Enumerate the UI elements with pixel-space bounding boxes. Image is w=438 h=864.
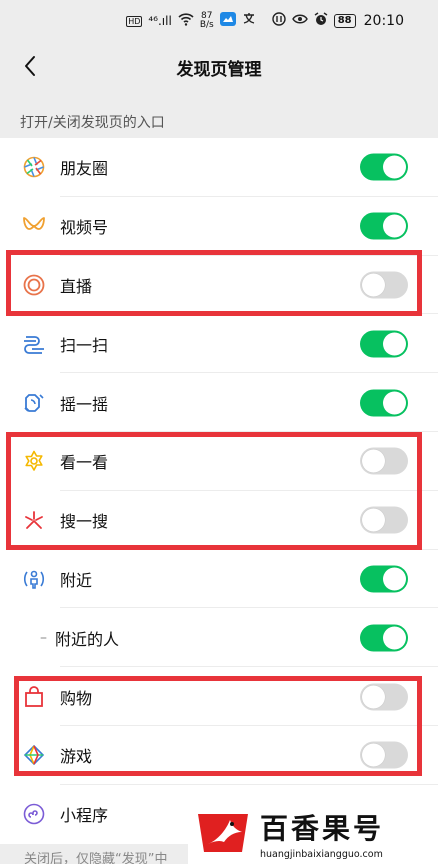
shopping-icon — [22, 685, 46, 709]
item-label: 附近的人 — [55, 629, 120, 649]
toggle-shopping[interactable] — [360, 683, 408, 711]
toggle-knob — [383, 626, 406, 650]
list-item-top-stories: 看一看 — [0, 432, 438, 491]
signal-icon: ⁴⁶.ıll — [148, 14, 172, 28]
toggle-search[interactable] — [360, 506, 408, 534]
toggle-knob — [383, 567, 406, 591]
list-item-live: 直播 — [0, 256, 438, 315]
list-item-moments: 朋友圈 — [0, 138, 438, 197]
list-item-channels: 视频号 — [0, 197, 438, 256]
net-speed-unit: B/s — [199, 20, 214, 30]
top-stories-icon — [22, 449, 46, 473]
item-label: 视频号 — [60, 218, 109, 238]
entry-list: 朋友圈 视频号 直播 扫一扫 摇一摇 看一看 搜一搜 附近 – 附近的人 购物 … — [0, 138, 438, 844]
item-label: 购物 — [60, 688, 93, 708]
list-item-shake: 摇一摇 — [0, 373, 438, 432]
toggle-knob — [362, 273, 385, 297]
vibrate-icon — [272, 12, 286, 30]
footer-note: 关闭后，仅隐藏“发现”中 — [24, 852, 168, 864]
watermark-url: huangjinbaixiangguo.com — [260, 848, 383, 860]
list-item-games: 游戏 — [0, 726, 438, 785]
back-button[interactable] — [16, 52, 44, 80]
sub-item-dash: – — [40, 629, 47, 646]
shake-icon — [22, 391, 46, 415]
toggle-live[interactable] — [360, 271, 408, 299]
status-time: 20:10 — [363, 13, 404, 29]
item-label: 附近 — [60, 570, 93, 590]
channels-icon — [22, 214, 46, 238]
item-label: 小程序 — [60, 806, 109, 826]
nav-bar: 发现页管理 — [0, 42, 438, 92]
search-icon — [22, 508, 46, 532]
scan-icon — [22, 332, 46, 356]
toggle-knob — [362, 508, 385, 532]
alarm-icon — [314, 12, 328, 30]
translate-icon — [242, 12, 256, 30]
eye-icon — [291, 13, 308, 29]
battery-indicator: 88 — [333, 14, 356, 28]
watermark-text-block: 百香果号 huangjinbaixiangguo.com — [260, 807, 384, 860]
hd-badge: HD — [126, 15, 143, 27]
item-label: 搜一搜 — [60, 512, 109, 532]
moments-icon — [22, 155, 46, 179]
item-label: 看一看 — [60, 453, 109, 473]
toggle-shake[interactable] — [360, 389, 408, 417]
list-item-shopping: 购物 — [0, 667, 438, 726]
wifi-icon — [178, 13, 194, 29]
toggle-knob — [362, 743, 385, 767]
toggle-knob — [383, 332, 406, 356]
games-icon — [22, 743, 46, 767]
app-notification-icon — [219, 12, 236, 30]
toggle-channels[interactable] — [360, 212, 408, 240]
watermark-logo — [194, 808, 252, 858]
status-bar: HD ⁴⁶.ıll 87 B/s 88 20:10 — [0, 0, 438, 42]
list-item-search: 搜一搜 — [0, 491, 438, 550]
toggle-knob — [383, 155, 406, 179]
list-item-nearby: 附近 — [0, 550, 438, 609]
toggle-knob — [383, 391, 406, 415]
list-item-people-nearby: – 附近的人 — [0, 608, 438, 668]
live-icon — [22, 273, 46, 297]
page-title: 发现页管理 — [176, 59, 262, 80]
item-label: 游戏 — [60, 747, 93, 767]
item-label: 扫一扫 — [60, 335, 109, 355]
toggle-games[interactable] — [360, 741, 408, 769]
chevron-left-icon — [25, 56, 35, 76]
item-label: 直播 — [60, 276, 93, 296]
toggle-knob — [383, 214, 406, 238]
section-label: 打开/关闭发现页的入口 — [20, 115, 165, 131]
toggle-moments[interactable] — [360, 153, 408, 181]
toggle-knob — [362, 685, 385, 709]
watermark: 百香果号 huangjinbaixiangguo.com — [188, 802, 438, 864]
mini-programs-icon — [22, 802, 46, 826]
item-label: 摇一摇 — [60, 394, 109, 414]
toggle-people-nearby[interactable] — [360, 624, 408, 652]
toggle-top-stories[interactable] — [360, 447, 408, 475]
list-item-scan: 扫一扫 — [0, 314, 438, 374]
item-label: 朋友圈 — [60, 159, 109, 179]
toggle-scan[interactable] — [360, 330, 408, 358]
net-speed: 87 B/s — [200, 12, 214, 30]
toggle-nearby[interactable] — [360, 565, 408, 593]
nearby-icon — [22, 567, 46, 591]
watermark-title: 百香果号 — [260, 811, 385, 845]
toggle-knob — [362, 449, 385, 473]
